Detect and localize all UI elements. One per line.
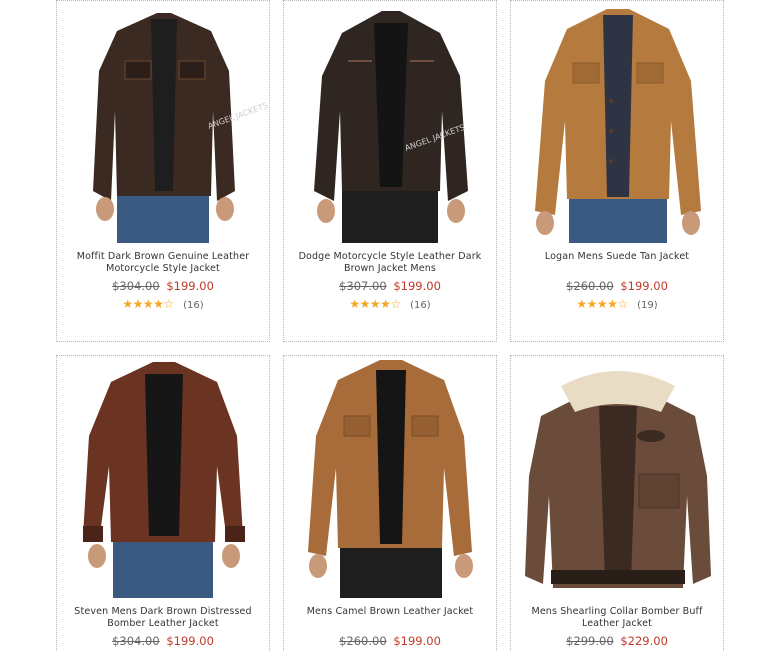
product-price: $307.00 $199.00 bbox=[284, 279, 496, 293]
original-price: $299.00 bbox=[566, 634, 614, 648]
sale-price: $199.00 bbox=[393, 634, 441, 648]
star-empty-icon: ☆ bbox=[390, 297, 401, 311]
sale-price: $199.00 bbox=[166, 279, 214, 293]
star-empty-icon: ☆ bbox=[163, 297, 174, 311]
product-image[interactable] bbox=[511, 356, 723, 598]
sale-price: $229.00 bbox=[620, 634, 668, 648]
product-card[interactable]: Mens Camel Brown Leather Jacket $260.00 … bbox=[283, 355, 497, 652]
original-price: $260.00 bbox=[339, 634, 387, 648]
product-name[interactable]: Mens Camel Brown Leather Jacket bbox=[292, 606, 488, 618]
star-rating: ★★★★☆ bbox=[349, 297, 401, 311]
product-rating: ★★★★☆ (16) bbox=[284, 297, 496, 313]
original-price: $260.00 bbox=[566, 279, 614, 293]
product-card[interactable]: ANGEL JACKETS Moffit Dark Brown Genuine … bbox=[56, 0, 270, 342]
star-rating: ★★★★☆ bbox=[576, 297, 628, 311]
star-empty-icon: ☆ bbox=[617, 297, 628, 311]
product-name[interactable]: Dodge Motorcycle Style Leather Dark Brow… bbox=[292, 251, 488, 274]
product-card[interactable]: Mens Shearling Collar Bomber Buff Leathe… bbox=[510, 355, 724, 652]
product-price: $304.00 $199.00 bbox=[57, 634, 269, 648]
product-card[interactable]: Logan Mens Suede Tan Jacket $260.00 $199… bbox=[510, 0, 724, 342]
product-card[interactable]: Steven Mens Dark Brown Distressed Bomber… bbox=[56, 355, 270, 652]
product-name[interactable]: Logan Mens Suede Tan Jacket bbox=[519, 251, 715, 263]
product-grid-page: ANGEL JACKETS Moffit Dark Brown Genuine … bbox=[0, 0, 782, 652]
product-rating: ★★★★☆ (19) bbox=[511, 297, 723, 313]
sale-price: $199.00 bbox=[166, 634, 214, 648]
product-price: $299.00 $229.00 bbox=[511, 634, 723, 648]
product-name[interactable]: Mens Shearling Collar Bomber Buff Leathe… bbox=[519, 606, 715, 629]
star-filled-icon: ★★★★ bbox=[122, 297, 164, 311]
product-image[interactable]: ANGEL JACKETS bbox=[284, 1, 496, 243]
star-filled-icon: ★★★★ bbox=[576, 297, 618, 311]
product-image[interactable]: ANGEL JACKETS bbox=[57, 1, 269, 243]
star-filled-icon: ★★★★ bbox=[349, 297, 391, 311]
product-name[interactable]: Moffit Dark Brown Genuine Leather Motorc… bbox=[65, 251, 261, 274]
product-name[interactable]: Steven Mens Dark Brown Distressed Bomber… bbox=[65, 606, 261, 629]
sale-price: $199.00 bbox=[620, 279, 668, 293]
product-price: $260.00 $199.00 bbox=[511, 279, 723, 293]
review-count: (19) bbox=[637, 300, 658, 311]
original-price: $304.00 bbox=[112, 634, 160, 648]
original-price: $304.00 bbox=[112, 279, 160, 293]
sale-price: $199.00 bbox=[393, 279, 441, 293]
product-price: $304.00 $199.00 bbox=[57, 279, 269, 293]
review-count: (16) bbox=[410, 300, 431, 311]
original-price: $307.00 bbox=[339, 279, 387, 293]
product-card[interactable]: ANGEL JACKETS Dodge Motorcycle Style Lea… bbox=[283, 0, 497, 342]
product-rating: ★★★★☆ (16) bbox=[57, 297, 269, 313]
star-rating: ★★★★☆ bbox=[122, 297, 174, 311]
product-price: $260.00 $199.00 bbox=[284, 634, 496, 648]
product-image[interactable] bbox=[57, 356, 269, 598]
product-image[interactable] bbox=[511, 1, 723, 243]
review-count: (16) bbox=[183, 300, 204, 311]
product-image[interactable] bbox=[284, 356, 496, 598]
